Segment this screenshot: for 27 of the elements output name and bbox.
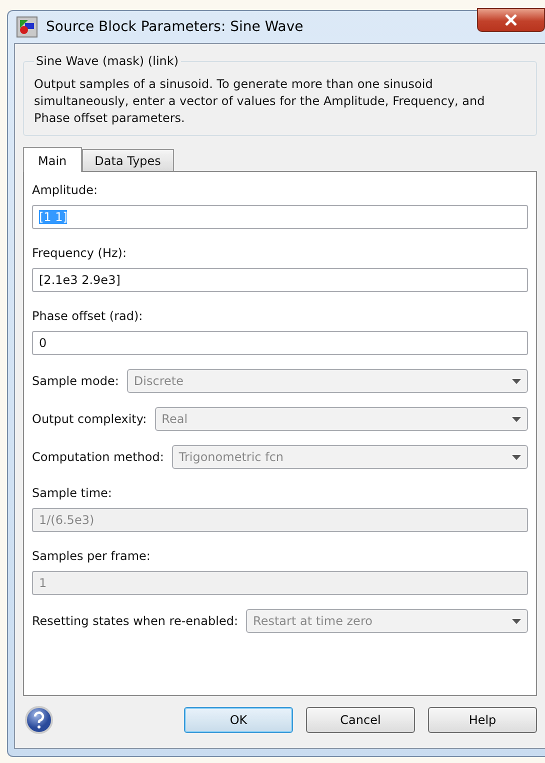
description-text: Output samples of a sinusoid. To generate more than one sinusoid simultaneously, enter a vector of values for the Amplitude, Frequency, and Phase offset parameters.	[34, 76, 486, 127]
close-icon	[504, 14, 518, 26]
caret-icon	[512, 618, 521, 624]
caret-icon	[512, 454, 521, 460]
field-label: Sample time:	[32, 486, 113, 500]
field-label: Frequency (Hz):	[32, 246, 128, 260]
field-label: Output complexity:	[32, 412, 147, 426]
group-title: Sine Wave (mask) (link)	[34, 54, 181, 68]
tab[interactable]: Main	[23, 147, 82, 172]
field-label: Resetting states when re-enabled:	[32, 614, 238, 628]
input-field[interactable]: [2.1e3 2.9e3]	[32, 268, 528, 292]
caret-icon	[512, 416, 521, 422]
field-label: Phase offset (rad):	[32, 309, 144, 323]
field-label: Computation method:	[32, 450, 164, 464]
dialog-button[interactable]: Help	[428, 707, 537, 733]
dialog-button[interactable]: OK	[184, 707, 293, 733]
field-label: Samples per frame:	[32, 549, 152, 563]
block-icon	[16, 16, 38, 38]
tab[interactable]: Data Types	[82, 149, 174, 171]
dialog-button[interactable]: Cancel	[306, 707, 415, 733]
field-label: Sample mode:	[32, 374, 119, 388]
close-button[interactable]	[477, 8, 545, 32]
window-title: Source Block Parameters: Sine Wave	[46, 19, 304, 35]
caret-icon	[512, 378, 521, 384]
help-icon[interactable]	[23, 706, 55, 734]
input-field[interactable]: 0	[32, 331, 528, 355]
field-label: Amplitude:	[32, 183, 99, 197]
